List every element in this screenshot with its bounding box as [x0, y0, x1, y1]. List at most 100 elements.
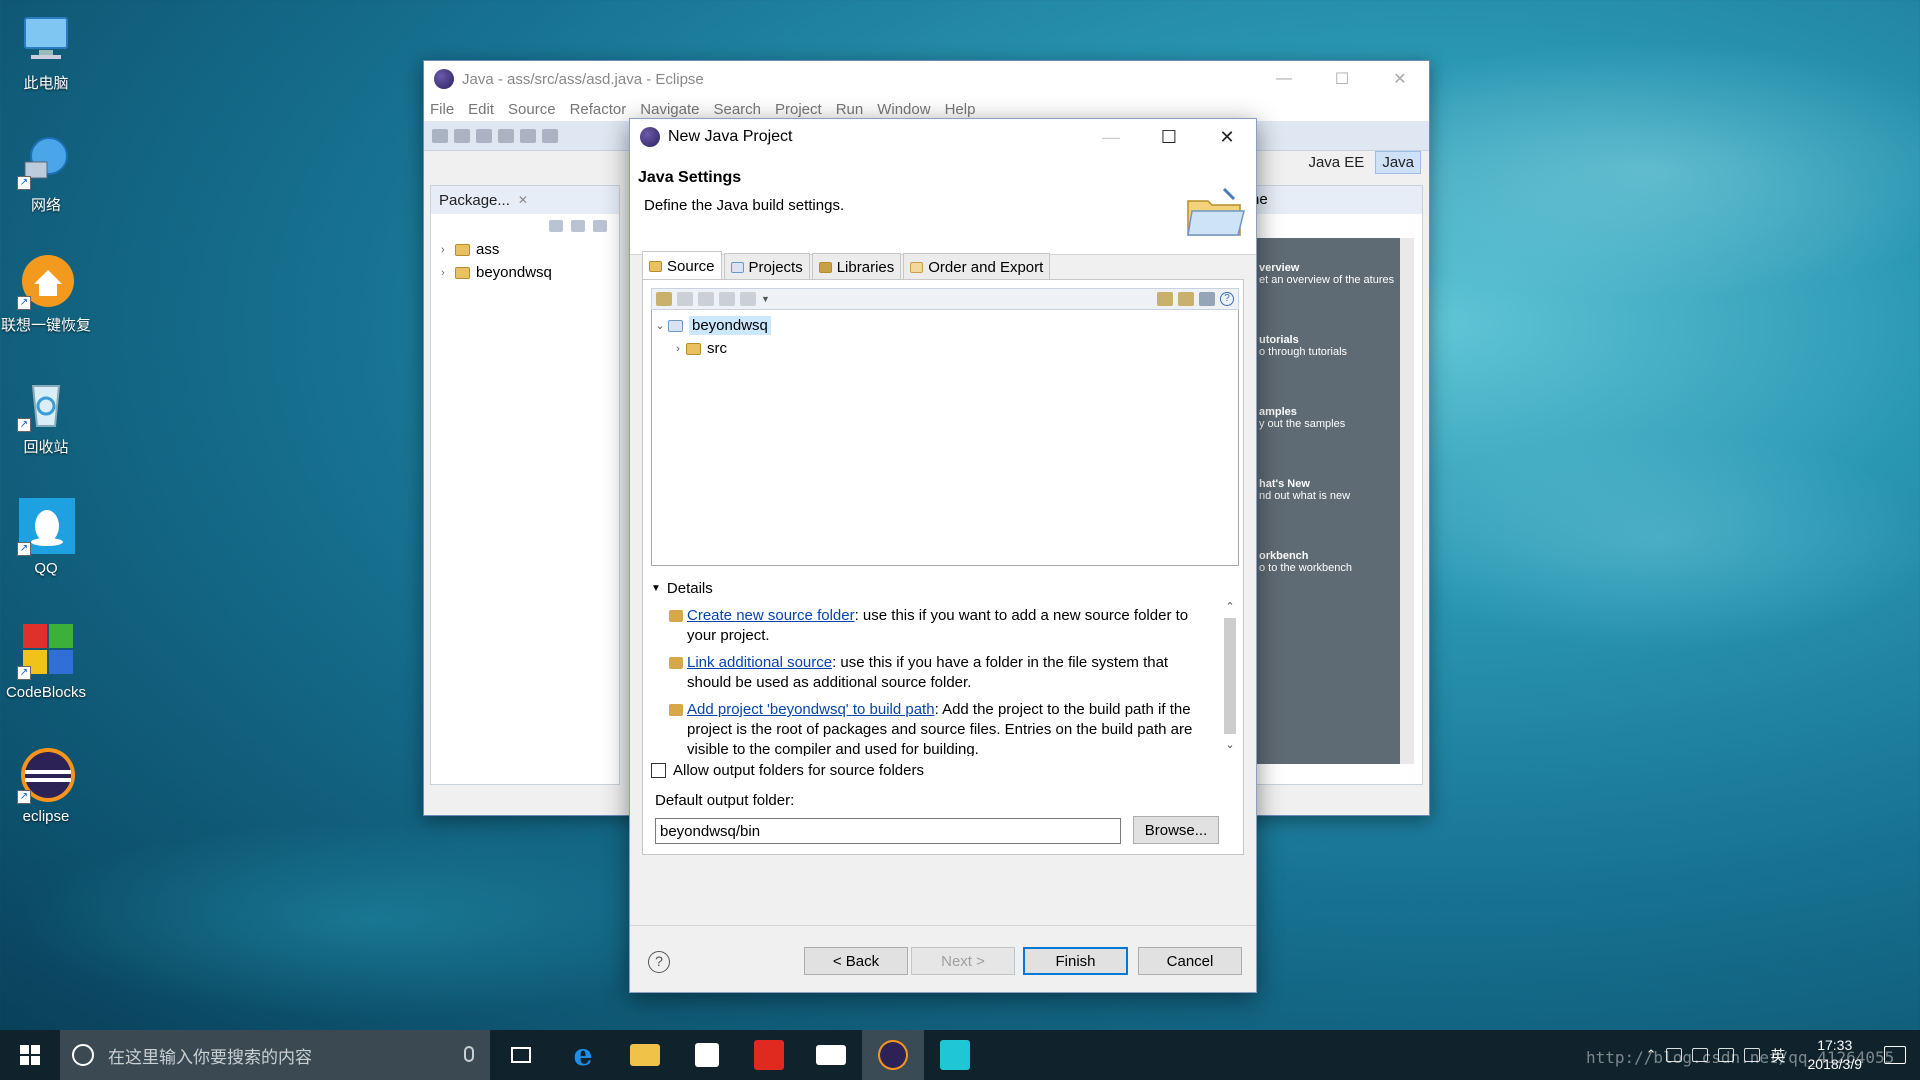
tab-projects[interactable]: Projects [723, 253, 810, 280]
detail-item: Link additional source: use this if you … [651, 653, 1196, 693]
menu-refactor[interactable]: Refactor [570, 101, 627, 118]
menu-edit[interactable]: Edit [468, 101, 494, 118]
taskbar-app-qq[interactable] [924, 1030, 986, 1080]
desktop-icon-qq[interactable]: ↗ QQ [0, 498, 92, 577]
desktop-icon-this-pc[interactable]: 此电脑 [0, 10, 92, 93]
scrollbar-thumb[interactable] [1224, 618, 1236, 734]
new-icon[interactable] [432, 128, 448, 143]
menu-window[interactable]: Window [877, 101, 930, 118]
desktop-icon-codeblocks[interactable]: ↗ CodeBlocks [0, 622, 92, 701]
back-button[interactable]: < Back [804, 947, 908, 975]
taskbar-app-red[interactable] [738, 1030, 800, 1080]
menu-help[interactable]: Help [945, 101, 976, 118]
finish-button[interactable]: Finish [1023, 947, 1128, 975]
menu-project[interactable]: Project [775, 101, 822, 118]
save-all-icon[interactable] [476, 128, 492, 143]
filter-icon[interactable] [1199, 292, 1215, 306]
toolbar-icon[interactable] [498, 128, 514, 143]
browse-button[interactable]: Browse... [1133, 816, 1219, 844]
tree-item-src[interactable]: › src [652, 337, 1238, 360]
chevron-down-icon[interactable]: ⌄ [1221, 736, 1239, 754]
computer-icon [17, 10, 75, 68]
debug-icon[interactable] [542, 128, 558, 143]
details-scrollbar[interactable]: ⌃ ⌄ [1221, 598, 1239, 758]
close-icon[interactable]: ✕ [518, 193, 528, 207]
collapse-all-icon[interactable] [549, 220, 563, 232]
chevron-right-icon[interactable]: › [670, 343, 686, 355]
taskbar-app-store[interactable] [676, 1030, 738, 1080]
new-source-folder-icon[interactable] [1178, 292, 1194, 306]
taskbar-app-edge[interactable]: e [552, 1030, 614, 1080]
desktop-icon-lenovo-recovery[interactable]: ↗ 联想一键恢复 [0, 252, 92, 335]
tree-item-project[interactable]: › beyondwsq [431, 261, 619, 284]
shortcut-arrow-icon: ↗ [17, 542, 31, 556]
menu-source[interactable]: Source [508, 101, 556, 118]
package-explorer-tab[interactable]: Package... ✕ [431, 186, 619, 214]
minimize-icon[interactable]: — [1255, 61, 1313, 97]
tab-bar: Source Projects Libraries Order and Expo… [642, 251, 1052, 280]
taskbar-app-file-explorer[interactable] [614, 1030, 676, 1080]
chevron-right-icon[interactable]: › [441, 267, 455, 279]
allow-output-folders-option[interactable]: Allow output folders for source folders [651, 762, 924, 779]
add-project-build-path-link[interactable]: Add project 'beyondwsq' to build path [687, 701, 935, 718]
welcome-item[interactable]: hat's New nd out what is new [1259, 478, 1401, 502]
output-folder-input[interactable] [655, 818, 1121, 844]
perspective-switcher: Java EE Java [1301, 151, 1421, 174]
close-icon[interactable]: ✕ [1371, 61, 1429, 97]
help-icon[interactable]: ? [648, 951, 670, 973]
background-highlight [1380, 430, 1920, 650]
project-icon [668, 319, 683, 332]
dropdown-arrow-icon[interactable]: ▼ [761, 294, 770, 304]
source-tab-panel: ▼ ? ⌄ beyondwsq › src ▼ Details Create n… [642, 279, 1244, 855]
taskbar-search[interactable]: 在这里输入你要搜索的内容 [60, 1030, 490, 1080]
desktop-icon-recycle-bin[interactable]: ↗ 回收站 [0, 374, 92, 457]
maximize-icon[interactable]: ☐ [1140, 119, 1198, 155]
link-editor-icon[interactable] [571, 220, 585, 232]
perspective-java-ee[interactable]: Java EE [1301, 151, 1371, 174]
filter-icon[interactable] [593, 220, 607, 232]
welcome-item[interactable]: orkbench o to the workbench [1259, 550, 1401, 574]
taskbar-app-eclipse[interactable] [862, 1030, 924, 1080]
toolbar-icon[interactable] [520, 128, 536, 143]
details-toggle[interactable]: ▼ Details [651, 580, 713, 597]
start-button[interactable] [0, 1030, 60, 1080]
menu-search[interactable]: Search [713, 101, 761, 118]
task-view-button[interactable] [490, 1030, 552, 1080]
include-icon [698, 292, 714, 306]
package-explorer: Package... ✕ › ass › beyondwsq [430, 185, 620, 785]
desktop-icon-network[interactable]: ↗ 网络 [0, 132, 92, 215]
add-folder-icon[interactable] [656, 292, 672, 306]
link-additional-source-link[interactable]: Link additional source [687, 654, 832, 671]
chevron-down-icon[interactable]: ⌄ [652, 319, 668, 332]
help-icon[interactable]: ? [1220, 292, 1234, 306]
menu-run[interactable]: Run [836, 101, 864, 118]
allow-output-folders-checkbox[interactable] [651, 763, 666, 778]
link-source-icon[interactable] [1157, 292, 1173, 306]
chevron-up-icon[interactable]: ⌃ [1221, 598, 1239, 616]
microphone-icon[interactable] [464, 1046, 474, 1062]
dialog-title: New Java Project [668, 128, 793, 145]
welcome-scrollbar[interactable] [1400, 238, 1414, 764]
tab-source[interactable]: Source [642, 251, 722, 280]
maximize-icon[interactable]: ☐ [1313, 61, 1371, 97]
menu-file[interactable]: File [430, 101, 454, 118]
welcome-tab[interactable]: ne [1247, 186, 1422, 214]
close-icon[interactable]: ✕ [1198, 119, 1256, 155]
welcome-item[interactable]: utorials o through tutorials [1259, 334, 1401, 358]
welcome-item[interactable]: verview et an overview of the atures [1259, 262, 1401, 286]
save-icon[interactable] [454, 128, 470, 143]
cancel-button[interactable]: Cancel [1138, 947, 1242, 975]
desktop-icon-eclipse[interactable]: ↗ eclipse [0, 746, 92, 825]
tab-order-export[interactable]: Order and Export [903, 253, 1051, 280]
detail-item: Create new source folder: use this if yo… [651, 606, 1196, 646]
output-folder-label: Default output folder: [655, 792, 795, 809]
welcome-item[interactable]: amples y out the samples [1259, 406, 1401, 430]
menu-navigate[interactable]: Navigate [640, 101, 699, 118]
tab-libraries[interactable]: Libraries [811, 253, 902, 280]
taskbar-app-mail[interactable] [800, 1030, 862, 1080]
tree-item-project[interactable]: › ass [431, 238, 619, 261]
create-source-folder-link[interactable]: Create new source folder [687, 607, 855, 624]
tree-item-project[interactable]: ⌄ beyondwsq [652, 314, 1238, 337]
perspective-java[interactable]: Java [1375, 151, 1421, 174]
chevron-right-icon[interactable]: › [441, 244, 455, 256]
